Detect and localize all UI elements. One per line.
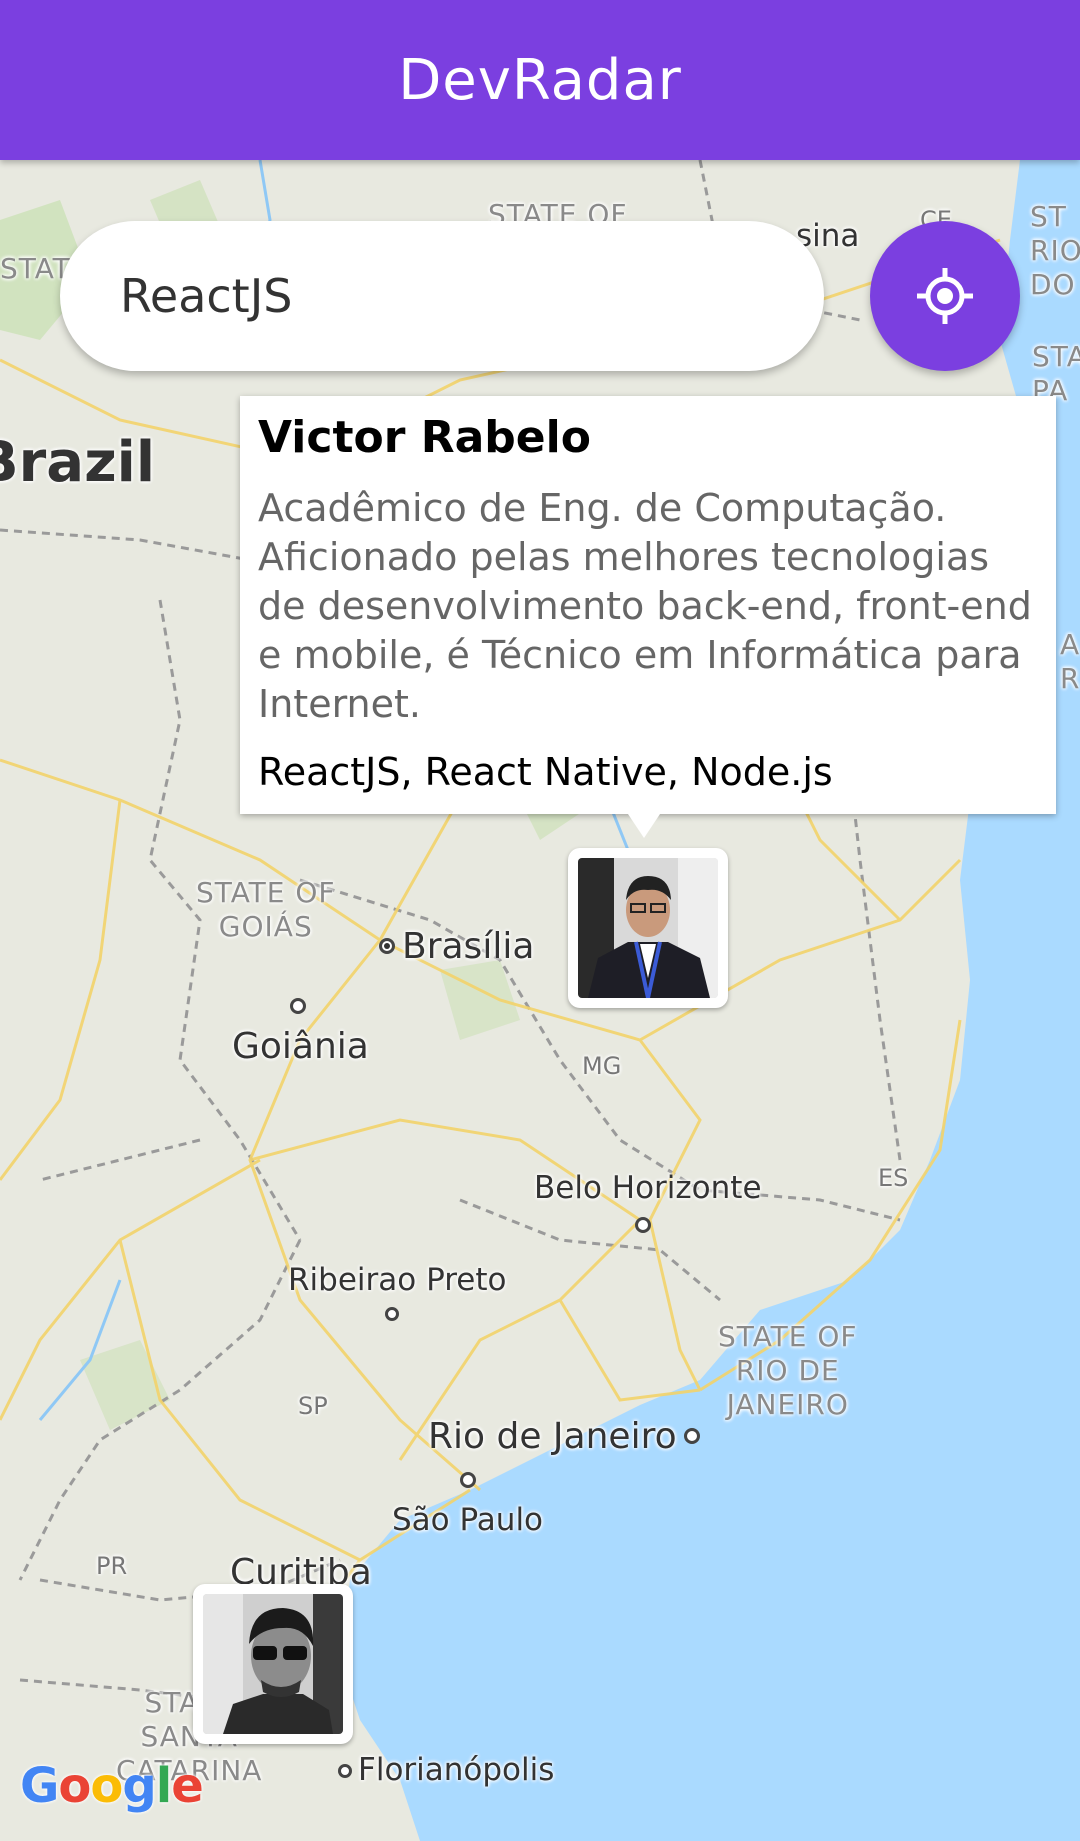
avatar xyxy=(203,1594,343,1734)
country-label: Brazil xyxy=(0,430,156,495)
city-dot-goiania xyxy=(290,998,306,1014)
dev-name: Victor Rabelo xyxy=(258,412,591,463)
city-dot-florianopolis xyxy=(338,1764,352,1778)
app-header: DevRadar xyxy=(0,0,1080,160)
avatar xyxy=(578,858,718,998)
region-label-sp: SP xyxy=(298,1392,328,1420)
city-label-florianopolis: Florianópolis xyxy=(358,1752,555,1788)
city-dot-brasilia xyxy=(379,938,395,954)
city-dot-belo-horizonte xyxy=(635,1217,651,1233)
dev-techs: ReactJS, React Native, Node.js xyxy=(258,750,833,794)
city-label-goiania: Goiânia xyxy=(232,1026,369,1067)
city-label-belo-horizonte: Belo Horizonte xyxy=(534,1170,762,1206)
search-input[interactable] xyxy=(120,269,780,323)
city-dot-rio-de-janeiro xyxy=(684,1428,700,1444)
google-logo: Google xyxy=(20,1758,204,1814)
region-label-pr: PR xyxy=(96,1552,128,1580)
city-dot-ribeirao-preto xyxy=(385,1307,399,1321)
region-label-mg: MG xyxy=(582,1052,622,1080)
city-label-rio-de-janeiro: Rio de Janeiro xyxy=(428,1416,677,1457)
region-label-es: ES xyxy=(878,1164,909,1192)
dev-marker[interactable] xyxy=(193,1584,353,1744)
city-label-ribeirao-preto: Ribeirao Preto xyxy=(288,1262,507,1298)
locate-button[interactable] xyxy=(870,221,1020,371)
app-title: DevRadar xyxy=(398,47,682,113)
city-dot-sao-paulo xyxy=(460,1472,476,1488)
city-label-sao-paulo: São Paulo xyxy=(392,1502,544,1538)
state-label-right-top: ST RIO DO xyxy=(1030,200,1080,301)
state-label-goias: STATE OF GOIÁS xyxy=(196,876,336,943)
city-label-brasilia: Brasília xyxy=(402,926,535,967)
dev-marker[interactable] xyxy=(568,848,728,1008)
state-label-right-low: A R xyxy=(1060,628,1080,695)
crosshair-icon xyxy=(917,268,973,324)
search-bar xyxy=(60,221,824,371)
dev-callout[interactable]: Victor Rabelo Acadêmico de Eng. de Compu… xyxy=(240,396,1056,838)
dev-bio: Acadêmico de Eng. de Computação. Aficion… xyxy=(258,486,1032,726)
state-label-rio: STATE OF RIO DE JANEIRO xyxy=(718,1320,858,1421)
